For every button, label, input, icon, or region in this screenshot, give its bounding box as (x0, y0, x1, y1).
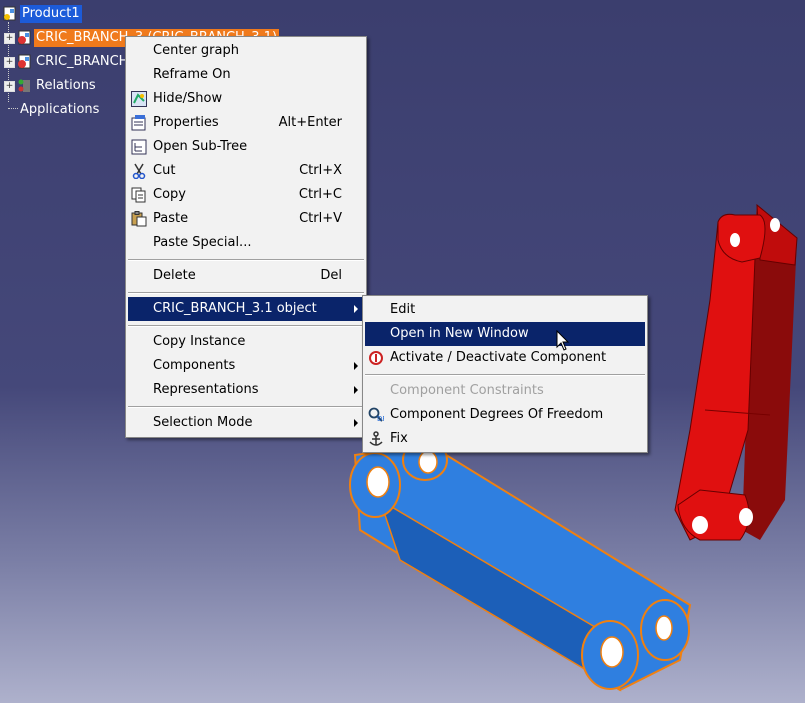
submenu-arrow-icon (354, 386, 358, 394)
context-menu: Center graph Reframe On Hide/Show Proper… (125, 36, 367, 438)
menu-selection-mode[interactable]: Selection Mode (128, 411, 364, 435)
red-branch-part[interactable] (674, 203, 798, 541)
blue-branch-part[interactable] (349, 439, 692, 692)
submenu-activate-deactivate[interactable]: Activate / Deactivate Component (365, 346, 645, 370)
tree-node-relations[interactable]: + Relations (4, 76, 98, 96)
menu-copy-instance[interactable]: Copy Instance (128, 330, 364, 354)
menu-representations[interactable]: Representations (128, 378, 364, 402)
menu-center-graph[interactable]: Center graph (128, 39, 364, 63)
submenu-arrow-icon (354, 362, 358, 370)
submenu-fix[interactable]: Fix (365, 427, 645, 451)
menu-cut[interactable]: Cut Ctrl+X (128, 159, 364, 183)
menu-components[interactable]: Components (128, 354, 364, 378)
submenu-component-constraints[interactable]: Component Constraints (365, 379, 645, 403)
menu-copy[interactable]: Copy Ctrl+C (128, 183, 364, 207)
menu-separator (128, 406, 364, 408)
menu-separator (128, 292, 364, 294)
tree-node-label: Product1 (20, 5, 82, 23)
anchor-icon (368, 431, 384, 447)
component-gear-icon (16, 30, 32, 46)
scissors-icon (131, 163, 147, 180)
svg-text:DF: DF (377, 415, 384, 423)
menu-open-sub-tree[interactable]: Open Sub-Tree (128, 135, 364, 159)
submenu-arrow-icon (354, 419, 358, 427)
tree-node-product1[interactable]: Product1 (2, 4, 82, 24)
relations-icon (16, 78, 32, 94)
menu-paste[interactable]: Paste Ctrl+V (128, 207, 364, 231)
sub-tree-icon (131, 139, 147, 155)
component-gear-icon (16, 54, 32, 70)
tree-node-label: Applications (20, 102, 100, 117)
menu-object-submenu[interactable]: CRIC_BRANCH_3.1 object (128, 297, 364, 321)
menu-paste-special[interactable]: Paste Special... (128, 231, 364, 255)
submenu-open-in-new-window[interactable]: Open in New Window (365, 322, 645, 346)
menu-separator (128, 325, 364, 327)
expand-icon[interactable]: + (4, 80, 15, 92)
menu-hide-show[interactable]: Hide/Show (128, 87, 364, 111)
mouse-cursor-icon (556, 330, 570, 351)
object-submenu: Edit Open in New Window Activate / Deact… (362, 295, 648, 453)
hide-show-icon (131, 91, 147, 107)
tree-node-label: Relations (36, 78, 96, 93)
menu-properties[interactable]: Properties Alt+Enter (128, 111, 364, 135)
submenu-edit[interactable]: Edit (365, 298, 645, 322)
dof-icon: DF (368, 407, 386, 423)
submenu-degrees-of-freedom[interactable]: DF Component Degrees Of Freedom (365, 403, 645, 427)
3d-viewport[interactable]: Product1 + CRIC_BRANCH_3 (CRIC_BRANCH_3.… (0, 0, 805, 703)
paste-icon (131, 211, 147, 227)
menu-separator (128, 259, 364, 261)
activate-icon (368, 350, 384, 366)
expand-icon[interactable]: + (4, 32, 15, 44)
submenu-arrow-icon (354, 305, 358, 313)
copy-icon (131, 187, 147, 203)
properties-icon (131, 115, 147, 131)
expand-icon[interactable]: + (4, 56, 15, 68)
menu-separator (365, 374, 645, 376)
menu-reframe-on[interactable]: Reframe On (128, 63, 364, 87)
menu-delete[interactable]: Delete Del (128, 264, 364, 288)
product-icon (2, 6, 18, 22)
tree-node-applications[interactable]: Applications (18, 100, 101, 120)
